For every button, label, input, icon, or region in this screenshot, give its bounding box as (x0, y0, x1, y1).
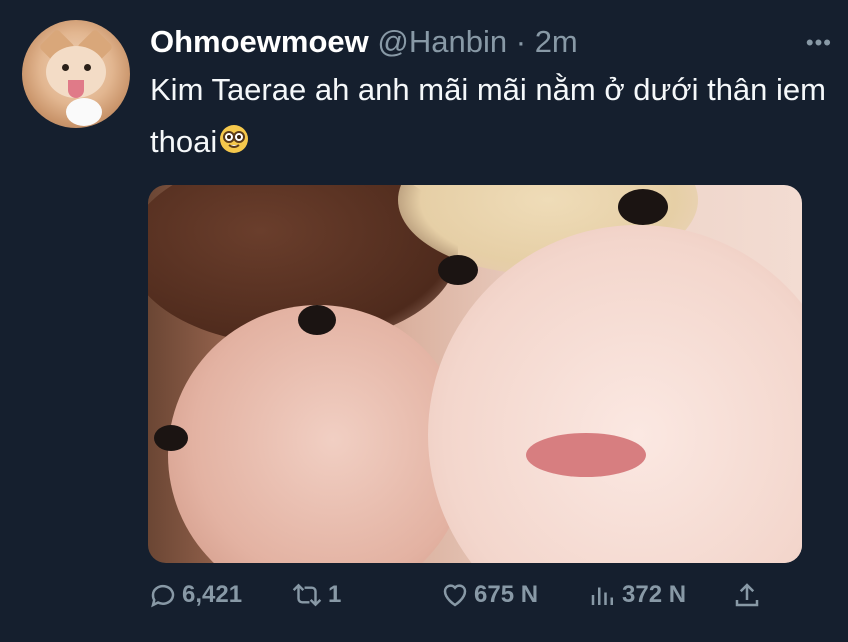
avatar[interactable] (22, 20, 130, 128)
photo-detail (154, 425, 188, 451)
reply-icon (148, 580, 178, 610)
share-icon (732, 580, 762, 610)
cat-paw (66, 98, 102, 126)
photo-detail (618, 189, 668, 225)
heart-icon (440, 580, 470, 610)
photo-detail (438, 255, 478, 285)
tweet-body: Kim Taerae ah anh mãi mãi nằm ở dưới thâ… (150, 72, 826, 159)
tweet-actions: 6,421 1 675 N 372 N (148, 580, 828, 620)
reply-button[interactable]: 6,421 (148, 580, 242, 610)
share-button[interactable] (732, 580, 762, 610)
photo-detail (298, 305, 336, 335)
views-button[interactable]: 372 N (588, 580, 686, 610)
reply-count: 6,421 (182, 581, 243, 608)
tweet-text: Kim Taerae ah anh mãi mãi nằm ở dưới thâ… (150, 64, 830, 170)
separator: · (515, 24, 527, 59)
retweet-count: 1 (328, 581, 342, 608)
display-name[interactable]: Ohmoewmoew (150, 24, 369, 59)
retweet-icon (290, 580, 324, 610)
nerd-face-emoji-icon (219, 118, 249, 170)
views-icon (588, 580, 618, 610)
retweet-button[interactable]: 1 (290, 580, 341, 610)
user-handle[interactable]: @Hanbin (377, 24, 507, 59)
cat-eye-left (62, 64, 69, 71)
photo-region (428, 225, 802, 563)
like-button[interactable]: 675 N (440, 580, 538, 610)
photo-detail (526, 433, 646, 477)
photo-region (168, 305, 468, 563)
cat-tongue (68, 80, 84, 98)
more-options-icon[interactable]: ••• (806, 30, 832, 56)
cat-eye-right (84, 64, 91, 71)
tweet-photo[interactable] (148, 185, 802, 563)
like-count: 675 N (474, 581, 539, 608)
tweet-header: Ohmoewmoew @Hanbin · 2m (150, 24, 578, 60)
views-count: 372 N (622, 581, 687, 608)
timestamp[interactable]: 2m (535, 24, 578, 59)
